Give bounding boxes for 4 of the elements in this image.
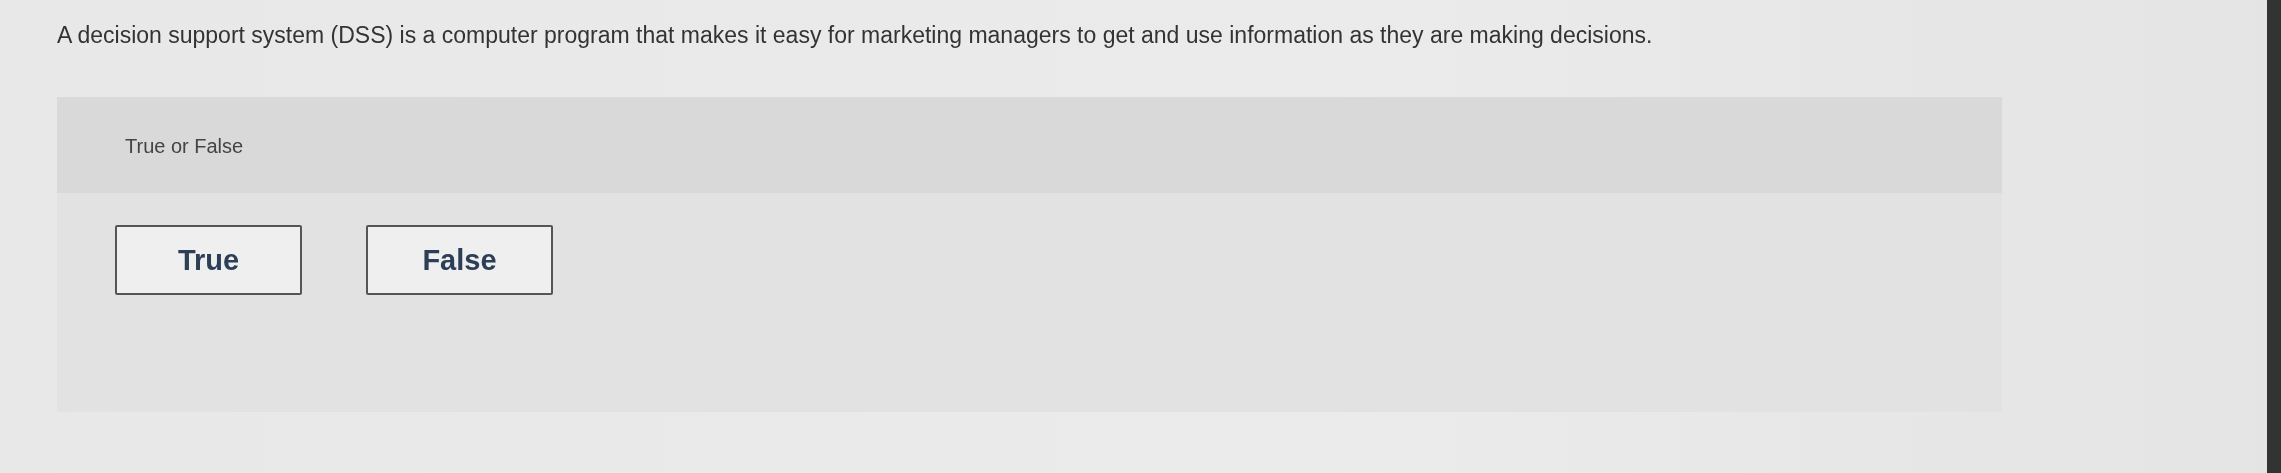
answer-button[interactable]: False (366, 225, 553, 295)
question-text: A decision support system (DSS) is a computer program that makes it easy for marketing managers to get and use information as they are making decisions. (57, 22, 1654, 49)
prompt-text: True or False (125, 134, 244, 158)
answer-button[interactable]: True (115, 225, 302, 295)
